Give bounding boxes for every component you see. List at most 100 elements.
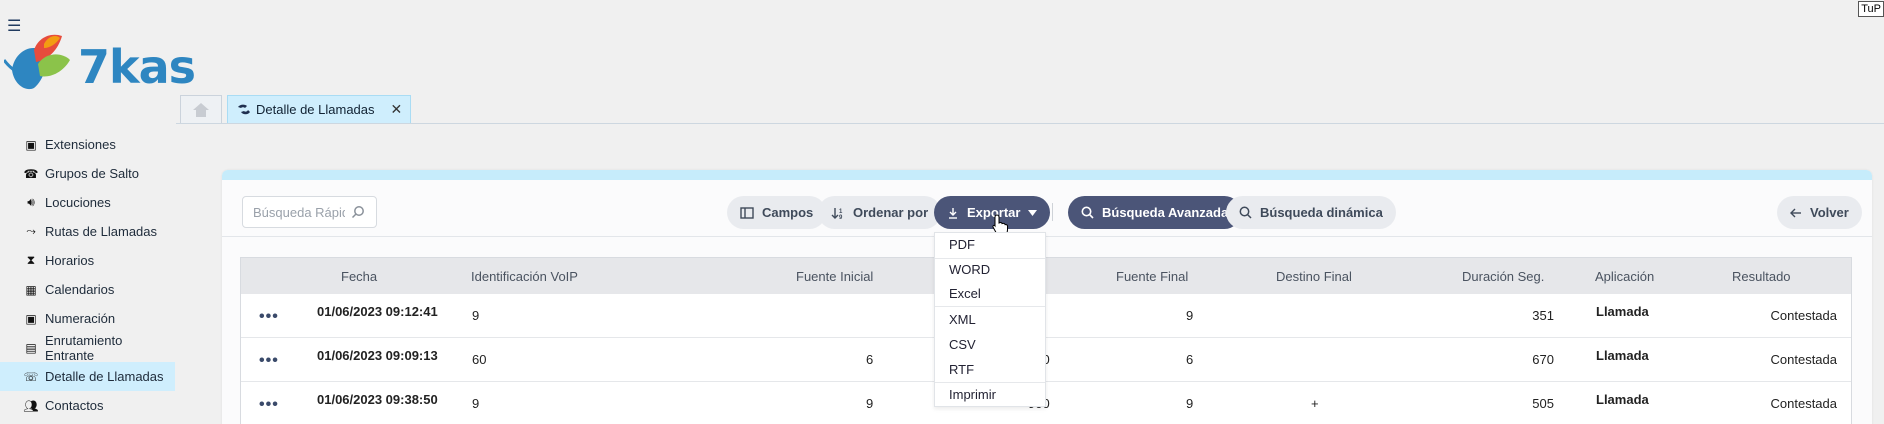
quick-search-input[interactable] [253, 204, 345, 220]
sidebar-item-label: Enrutamiento Entrante [45, 332, 123, 363]
tab-home[interactable] [180, 95, 222, 123]
export-csv-item[interactable]: CSV [935, 337, 1045, 352]
export-excel-item[interactable]: Excel [935, 286, 1045, 301]
row-actions-icon[interactable]: ••• [259, 352, 279, 370]
sidebar-item-label: Calendarios [45, 282, 115, 297]
menu-divider [935, 382, 1045, 383]
cell-aplicacion: Llamada [1596, 348, 1649, 363]
row-actions-icon[interactable]: ••• [259, 396, 279, 414]
table-row[interactable]: ••• 01/06/2023 09:38:50 9 9 900 9 + 505 … [241, 382, 1851, 424]
cell-duracion: 351 [1532, 308, 1554, 323]
main-panel: Campos 1 9 Ordenar por Exportar Búsqueda [222, 170, 1872, 424]
cell-fuente-final: 9 [1186, 396, 1194, 411]
logo: 7kas [4, 30, 196, 96]
table-row[interactable]: ••• 01/06/2023 09:09:13 60 6 300 6 670 L… [241, 338, 1851, 382]
download-icon [949, 207, 957, 219]
export-word-item[interactable]: WORD [935, 262, 1045, 277]
toolbar-divider [1052, 203, 1053, 221]
export-pdf-item[interactable]: PDF [935, 237, 1045, 252]
cell-fuente-inicial: 9 [866, 396, 874, 411]
menu-divider [935, 258, 1045, 259]
cell-aplicacion: Llamada [1596, 304, 1649, 319]
cell-duracion: 505 [1532, 396, 1554, 411]
logo-text: 7kas [78, 40, 196, 94]
campos-button[interactable]: Campos [727, 196, 827, 229]
tab-detalle-llamadas[interactable]: Detalle de Llamadas ✕ [227, 95, 412, 123]
column-header-fuente-inicial[interactable]: Fuente Inicial [796, 269, 873, 284]
sidebar-item-horarios[interactable]: ⧗ Horarios [0, 246, 175, 275]
table-row[interactable]: ••• 01/06/2023 09:12:41 9 30 9 351 Llama… [241, 294, 1851, 338]
sidebar-item-label: Contactos [45, 398, 104, 413]
tabs-divider [176, 123, 1884, 124]
extension-icon: ▣ [25, 137, 37, 152]
cell-fuente-final: 6 [1186, 352, 1194, 367]
column-header-fuente-final[interactable]: Fuente Final [1116, 269, 1188, 284]
search-icon[interactable] [351, 205, 365, 219]
ordenar-por-label: Ordenar por [853, 205, 929, 220]
export-rtf-item[interactable]: RTF [935, 362, 1045, 377]
sidebar-item-label: Detalle de Llamadas [45, 369, 164, 384]
cell-voip: 9 [472, 396, 480, 411]
export-print-item[interactable]: Imprimir [935, 387, 1045, 402]
svg-text:9: 9 [839, 215, 843, 220]
caret-down-icon [1028, 209, 1038, 216]
column-header-resultado[interactable]: Resultado [1732, 269, 1791, 284]
sidebar-item-contactos[interactable]: 👥︎ Contactos [0, 391, 175, 420]
toolbar-separator [222, 236, 1872, 237]
ordenar-por-button[interactable]: 1 9 Ordenar por [818, 196, 942, 229]
cell-fuente-final: 9 [1186, 308, 1194, 323]
call-detail-icon [238, 104, 250, 114]
cell-resultado: Contestada [1770, 396, 1838, 411]
column-header-aplicacion[interactable]: Aplicación [1595, 269, 1654, 284]
column-header-destino-final[interactable]: Destino Final [1276, 269, 1352, 284]
panel-header-bar [222, 170, 1872, 180]
tab-close-icon[interactable]: ✕ [391, 101, 403, 118]
sidebar-item-detalle-de-llamadas[interactable]: ☏ Detalle de Llamadas [0, 362, 175, 391]
contacts-icon: 👥︎ [23, 398, 39, 413]
sidebar-item-label: Extensiones [45, 137, 116, 152]
sidebar-item-rutas-de-llamadas[interactable]: ⤳ Rutas de Llamadas [0, 217, 175, 246]
search-icon [1081, 206, 1094, 219]
home-icon [193, 102, 209, 117]
group-icon: ☎ [23, 166, 39, 181]
numbering-icon: ▣ [25, 311, 37, 326]
sidebar-item-label: Locuciones [45, 195, 111, 210]
volver-label: Volver [1810, 205, 1849, 220]
sidebar: ▣ Extensiones ☎ Grupos de Salto 🔊︎ Locuc… [0, 130, 175, 420]
cell-fecha: 01/06/2023 09:38:50 [317, 392, 438, 407]
sidebar-item-numeracion[interactable]: ▣ Numeración [0, 304, 175, 333]
busqueda-avanzada-button[interactable]: Búsqueda Avanzada [1068, 196, 1242, 229]
row-actions-icon[interactable]: ••• [259, 308, 279, 326]
cell-resultado: Contestada [1770, 352, 1838, 367]
volver-button[interactable]: Volver [1777, 196, 1862, 229]
sidebar-item-extensiones[interactable]: ▣ Extensiones [0, 130, 175, 159]
sidebar-item-calendarios[interactable]: ▦ Calendarios [0, 275, 175, 304]
sidebar-item-locuciones[interactable]: 🔊︎ Locuciones [0, 188, 175, 217]
cell-destino-final: + [1311, 396, 1319, 411]
column-header-duracion[interactable]: Duración Seg. [1462, 269, 1544, 284]
speaker-icon: 🔊︎ [27, 195, 35, 209]
table-header: Fecha Identificación VoIP Fuente Inicial… [241, 258, 1851, 294]
corner-button[interactable]: TuP [1858, 1, 1884, 17]
cell-fuente-inicial: 6 [866, 352, 874, 367]
cell-fecha: 01/06/2023 09:09:13 [317, 348, 438, 363]
export-dropdown-menu: PDF WORD Excel XML CSV RTF Imprimir [934, 232, 1046, 407]
sidebar-item-label: Numeración [45, 311, 116, 326]
calls-table: Fecha Identificación VoIP Fuente Inicial… [240, 257, 1852, 424]
column-header-voip[interactable]: Identificación VoIP [471, 269, 578, 284]
column-header-fecha[interactable]: Fecha [341, 269, 377, 284]
sort-icon: 1 9 [831, 207, 843, 220]
sidebar-item-enrutamiento-entrante[interactable]: ▤ Enrutamiento Entrante [0, 332, 175, 363]
sidebar-item-label: Horarios [45, 253, 95, 268]
quick-search[interactable] [242, 196, 377, 228]
export-xml-item[interactable]: XML [935, 312, 1045, 327]
sidebar-item-grupos-de-salto[interactable]: ☎ Grupos de Salto [0, 159, 175, 188]
cell-duracion: 670 [1532, 352, 1554, 367]
hourglass-icon: ⧗ [26, 253, 36, 267]
busqueda-dinamica-label: Búsqueda dinámica [1260, 205, 1383, 220]
cell-voip: 60 [472, 352, 487, 367]
logo-leaf-icon [4, 34, 70, 90]
contact-card-icon: ▤ [25, 340, 37, 355]
cell-voip: 9 [472, 308, 480, 323]
busqueda-dinamica-button[interactable]: Búsqueda dinámica [1226, 196, 1396, 229]
